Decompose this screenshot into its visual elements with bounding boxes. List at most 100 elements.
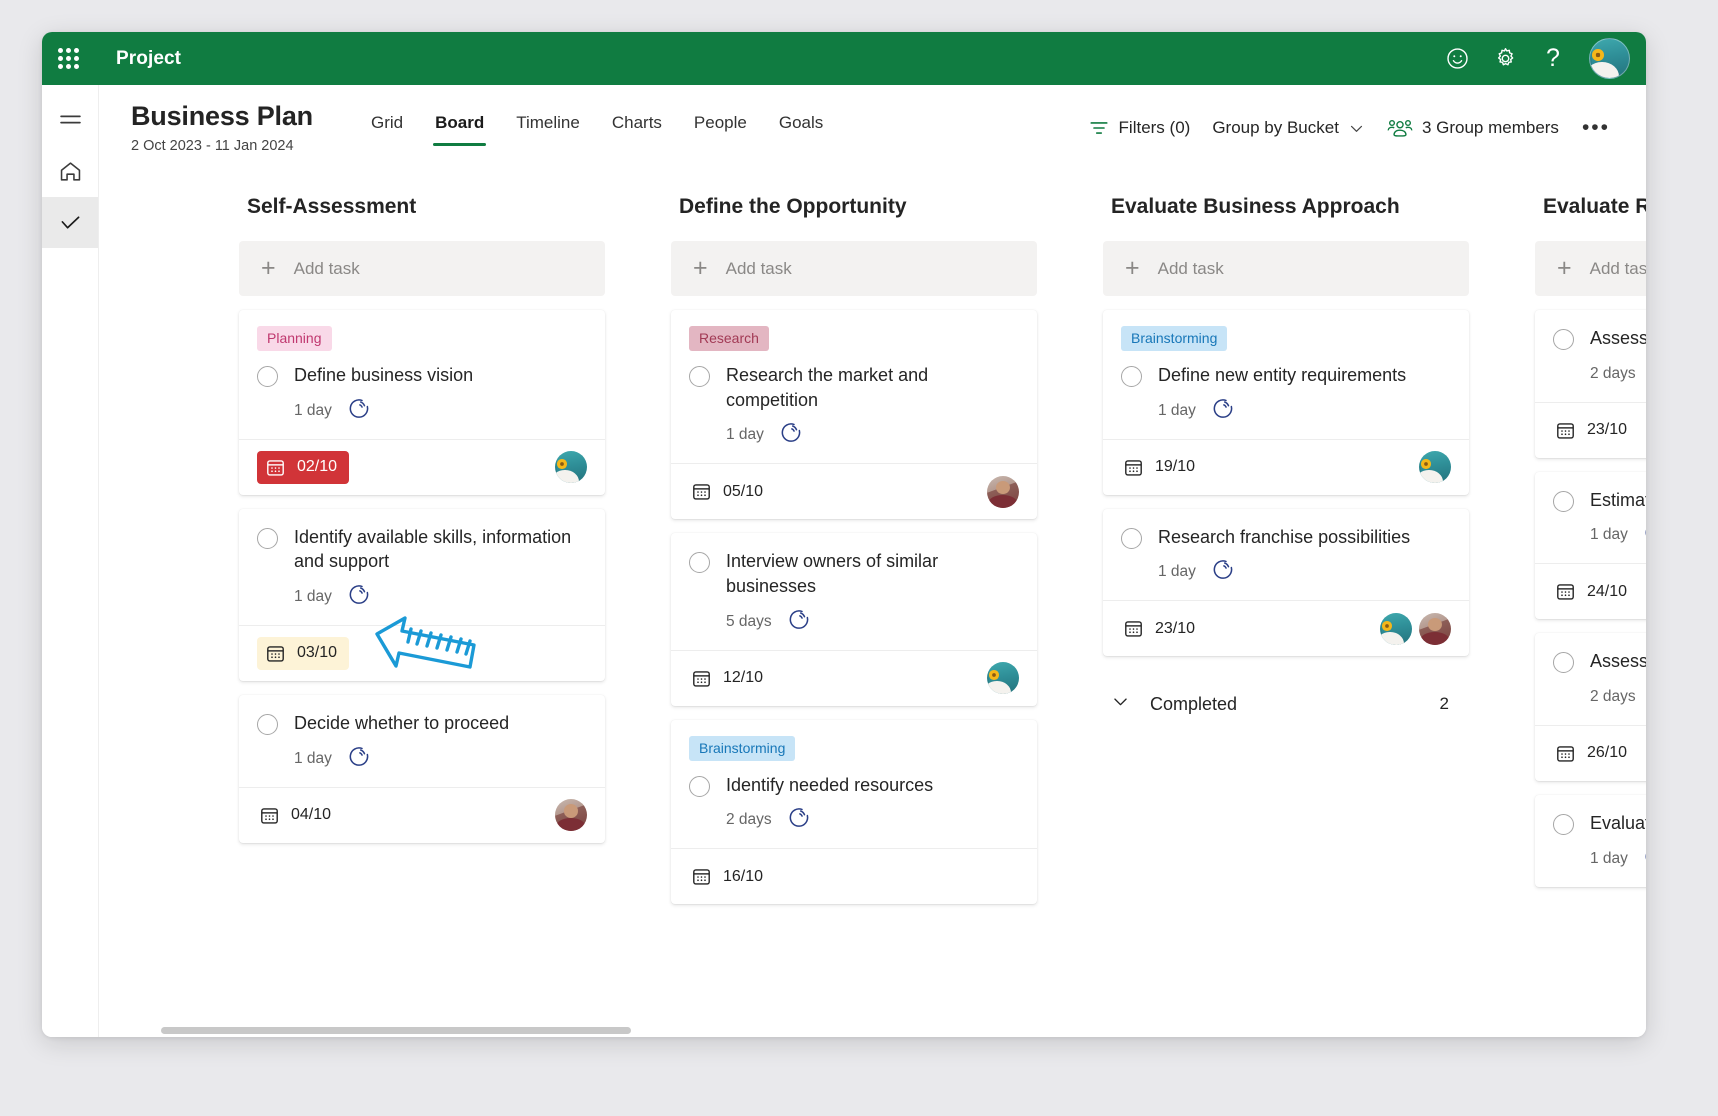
- progress-icon[interactable]: [348, 745, 371, 773]
- task-label-chip[interactable]: Brainstorming: [689, 735, 796, 761]
- task-complete-checkbox[interactable]: [257, 527, 278, 549]
- task-card[interactable]: Brainstorming Define new entity requirem…: [1103, 310, 1469, 495]
- task-duration: 1 day: [726, 426, 764, 444]
- more-options-button[interactable]: •••: [1570, 116, 1622, 141]
- task-complete-checkbox[interactable]: [1553, 490, 1574, 512]
- task-card[interactable]: Assess market size and potential 2 days: [1535, 310, 1646, 458]
- progress-icon[interactable]: [348, 583, 371, 611]
- task-card[interactable]: Research franchise possibilities 1 day 2…: [1103, 508, 1469, 657]
- task-complete-checkbox[interactable]: [1121, 366, 1142, 387]
- progress-icon[interactable]: [348, 397, 371, 425]
- task-complete-checkbox[interactable]: [689, 552, 710, 574]
- task-duration: 5 days: [726, 612, 772, 630]
- task-complete-checkbox[interactable]: [1553, 329, 1574, 350]
- calendar-icon: [1123, 618, 1144, 639]
- calendar-icon: [259, 805, 280, 826]
- completed-group-toggle[interactable]: Completed 2: [1103, 670, 1469, 716]
- task-label-chip[interactable]: Brainstorming: [1121, 326, 1228, 351]
- due-date-badge[interactable]: 16/10: [689, 860, 775, 893]
- add-task-button[interactable]: + Add task: [1535, 241, 1646, 296]
- due-date-badge[interactable]: 05/10: [689, 475, 775, 508]
- task-complete-checkbox[interactable]: [689, 775, 710, 797]
- group-by-button[interactable]: Group by Bucket: [1201, 111, 1376, 145]
- group-members-button[interactable]: 3 Group members: [1376, 110, 1570, 146]
- task-card[interactable]: Interview owners of similar businesses 5…: [671, 533, 1037, 706]
- due-date-text: 23/10: [1587, 421, 1628, 439]
- task-complete-checkbox[interactable]: [1121, 527, 1142, 549]
- task-card[interactable]: Research Research the market and competi…: [671, 310, 1037, 520]
- due-date-badge[interactable]: 24/10: [1553, 575, 1639, 608]
- due-date-badge[interactable]: 26/10: [1553, 737, 1639, 770]
- task-complete-checkbox[interactable]: [1553, 813, 1574, 835]
- calendar-icon: [691, 866, 712, 887]
- avatar[interactable]: [555, 799, 587, 832]
- app-launcher-icon[interactable]: [42, 32, 94, 85]
- task-duration: 1 day: [294, 587, 332, 605]
- task-title: Identify needed resources: [726, 774, 934, 795]
- completed-label: Completed: [1150, 693, 1238, 714]
- due-date-badge[interactable]: 23/10: [1553, 414, 1639, 447]
- tasks-check-icon[interactable]: [42, 197, 98, 248]
- due-date-badge[interactable]: 12/10: [689, 662, 775, 695]
- add-task-button[interactable]: + Add task: [671, 241, 1037, 296]
- app-title: Project: [116, 47, 182, 69]
- progress-icon[interactable]: [788, 608, 811, 636]
- progress-icon[interactable]: [1212, 397, 1235, 425]
- task-complete-checkbox[interactable]: [257, 366, 278, 387]
- progress-icon[interactable]: [780, 421, 803, 449]
- help-icon[interactable]: ?: [1531, 37, 1575, 81]
- horizontal-scrollbar-thumb[interactable]: [161, 1027, 631, 1034]
- tab-goals[interactable]: Goals: [763, 111, 839, 146]
- due-date-badge[interactable]: 19/10: [1121, 451, 1207, 484]
- horizontal-scrollbar-track[interactable]: [99, 1023, 1646, 1037]
- due-date-badge[interactable]: 03/10: [257, 636, 350, 670]
- due-date-badge[interactable]: 02/10: [257, 450, 350, 484]
- task-complete-checkbox[interactable]: [689, 366, 710, 387]
- avatar[interactable]: [987, 662, 1019, 695]
- tab-charts[interactable]: Charts: [596, 111, 678, 146]
- task-card[interactable]: Evaluate realistic initial market share …: [1535, 794, 1646, 887]
- task-card[interactable]: Identify available skills, information a…: [239, 508, 605, 681]
- progress-icon[interactable]: [1212, 558, 1235, 586]
- avatar[interactable]: [555, 451, 587, 484]
- task-label-chip[interactable]: Planning: [257, 326, 332, 351]
- due-date-text: 03/10: [297, 644, 338, 662]
- home-icon[interactable]: [42, 146, 98, 197]
- avatar[interactable]: [1419, 612, 1451, 645]
- app-header-bar: Project ?: [42, 32, 1646, 85]
- task-card[interactable]: Brainstorming Identify needed resources …: [671, 719, 1037, 905]
- hamburger-menu-icon[interactable]: [42, 95, 98, 146]
- plus-icon: +: [1125, 254, 1140, 282]
- bucket-self-assessment: Self-Assessment + Add task Planning Defi…: [239, 183, 605, 1037]
- add-task-button[interactable]: + Add task: [239, 241, 605, 296]
- add-task-button[interactable]: + Add task: [1103, 241, 1469, 296]
- filters-button[interactable]: Filters (0): [1077, 110, 1202, 146]
- task-complete-checkbox[interactable]: [1553, 652, 1574, 674]
- feedback-smiley-icon[interactable]: [1435, 37, 1479, 81]
- settings-gear-icon[interactable]: [1483, 37, 1527, 81]
- avatar[interactable]: [1380, 612, 1412, 645]
- tab-timeline[interactable]: Timeline: [500, 111, 596, 146]
- task-card[interactable]: Assess needed resource availability 2 da…: [1535, 633, 1646, 781]
- due-date-text: 12/10: [723, 669, 764, 687]
- calendar-icon: [691, 668, 712, 689]
- due-date-badge[interactable]: 04/10: [257, 799, 343, 832]
- tab-grid[interactable]: Grid: [355, 111, 419, 146]
- user-avatar[interactable]: [1589, 38, 1630, 79]
- avatar[interactable]: [1419, 451, 1451, 484]
- tab-board[interactable]: Board: [419, 111, 500, 146]
- task-label-chip[interactable]: Research: [689, 326, 769, 351]
- due-date-text: 02/10: [297, 458, 338, 476]
- avatar[interactable]: [987, 475, 1019, 508]
- plan-title-block: Business Plan 2 Oct 2023 - 11 Jan 2024: [131, 101, 313, 154]
- due-date-badge[interactable]: 23/10: [1121, 612, 1207, 645]
- task-card[interactable]: Planning Define business vision 1 day 02…: [239, 310, 605, 495]
- task-card[interactable]: Estimate the competition 1 day: [1535, 471, 1646, 620]
- progress-icon[interactable]: [1644, 521, 1646, 549]
- task-duration: 1 day: [1590, 526, 1628, 544]
- task-card[interactable]: Decide whether to proceed 1 day 04/10: [239, 694, 605, 843]
- progress-icon[interactable]: [1644, 845, 1646, 873]
- task-complete-checkbox[interactable]: [257, 713, 278, 735]
- progress-icon[interactable]: [788, 806, 811, 834]
- tab-people[interactable]: People: [678, 111, 763, 146]
